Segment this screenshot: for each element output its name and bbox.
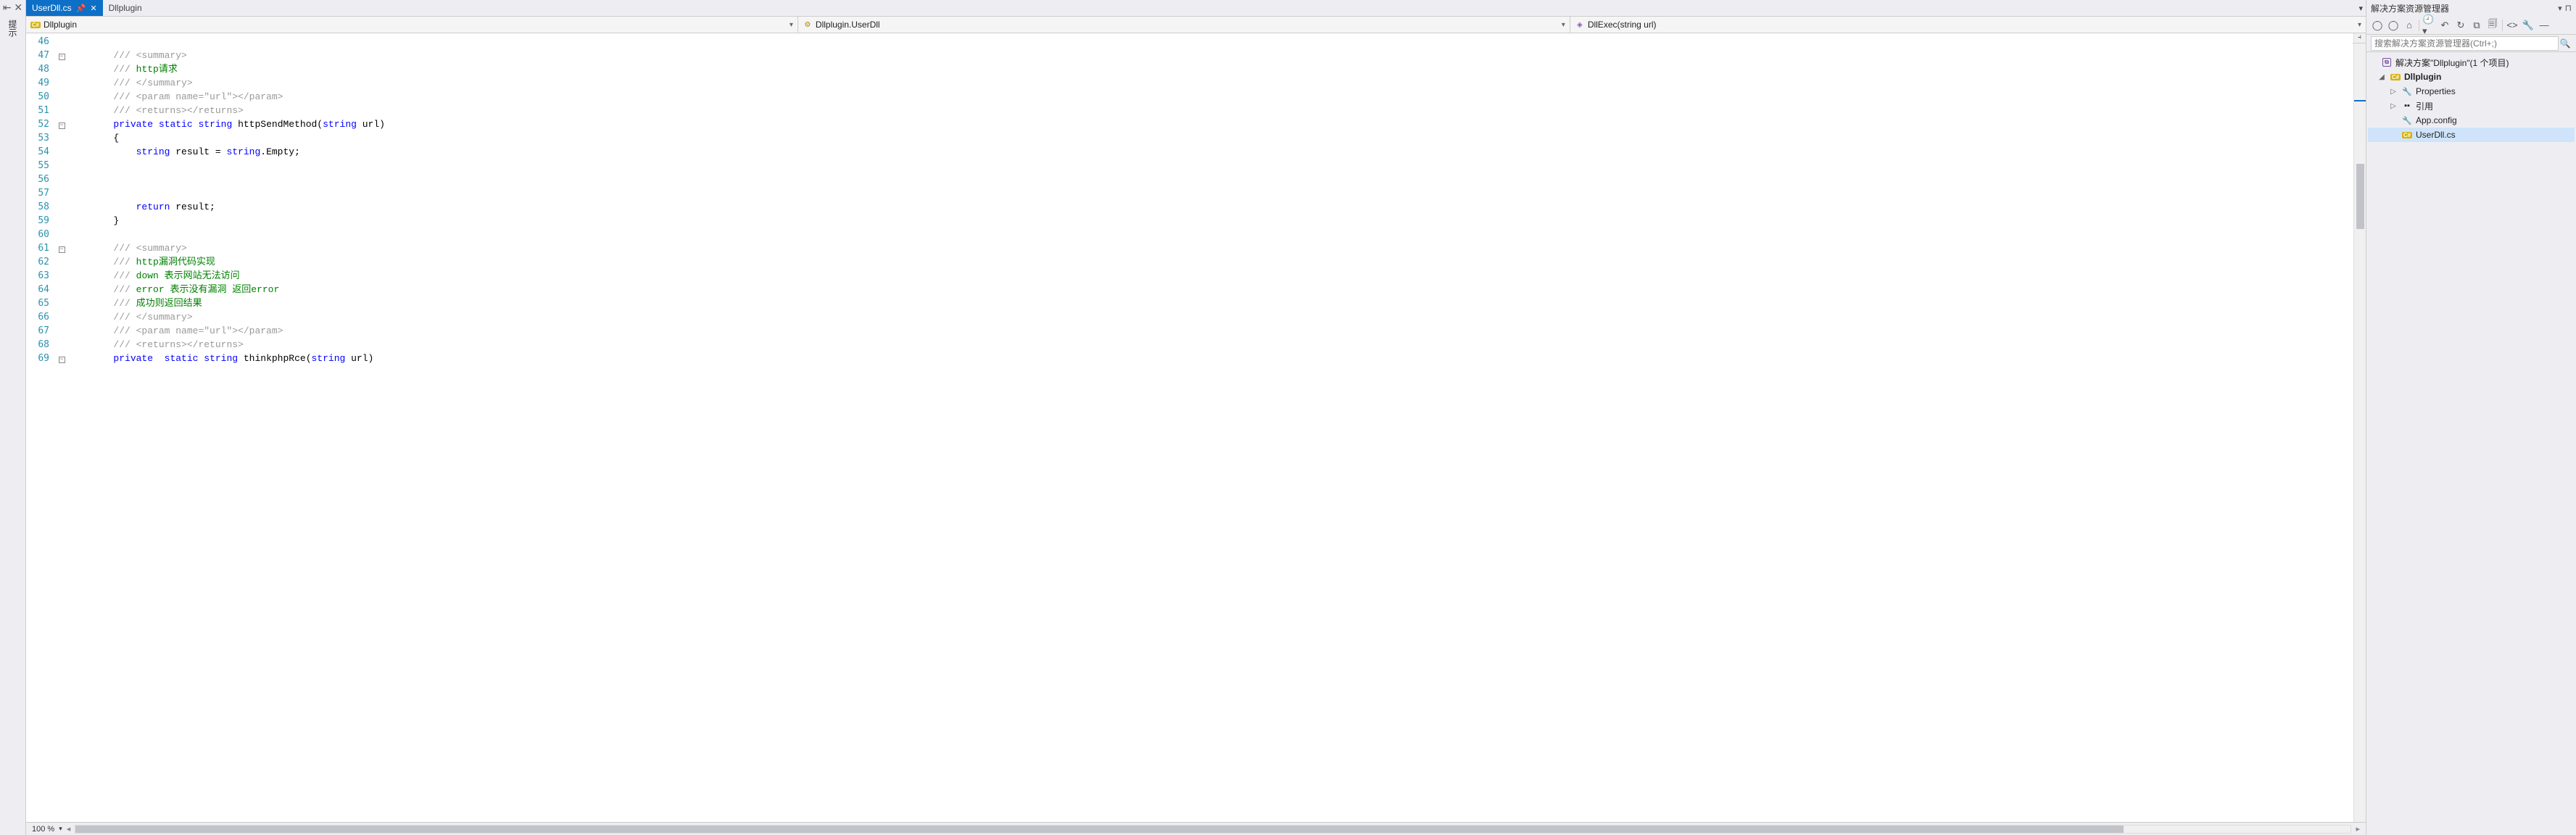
references-node[interactable]: ▷ ▪▪ 引用	[2368, 99, 2575, 113]
properties-icon[interactable]: 🔧	[2522, 19, 2535, 32]
status-bar: 100 % ▾ ◂ ▸	[26, 822, 2366, 835]
solution-node[interactable]: ⧉ 解决方案"Dllplugin"(1 个项目)	[2368, 55, 2575, 70]
close-icon[interactable]: ✕	[90, 4, 96, 13]
scroll-mark	[2354, 100, 2366, 101]
vertical-scrollbar[interactable]: ⫞	[2353, 33, 2366, 822]
code-icon[interactable]: <>	[2506, 19, 2519, 32]
fold-toggle[interactable]: −	[59, 54, 65, 60]
code-area[interactable]: 4647484950515253545556575859606162636465…	[26, 33, 2366, 822]
nav-class-label: Dllplugin.UserDll	[816, 20, 880, 30]
userdll-node[interactable]: C# UserDll.cs	[2368, 128, 2575, 142]
chevron-down-icon: ▾	[2358, 21, 2361, 29]
node-label: App.config	[2416, 115, 2457, 125]
nav-prev-icon[interactable]: ◂	[67, 824, 71, 834]
node-label: Properties	[2416, 86, 2456, 96]
hscroll-thumb[interactable]	[75, 826, 2123, 833]
wrench-icon: 🔧	[2401, 86, 2413, 97]
class-icon: ⚙	[803, 20, 813, 30]
left-panel-label[interactable]: 提示	[7, 20, 19, 37]
more-icon[interactable]: —	[2538, 19, 2551, 32]
refresh-icon[interactable]: ↻	[2454, 19, 2467, 32]
project-node[interactable]: ◢ C# Dllplugin	[2368, 70, 2575, 84]
left-dock: ⇤ ✕ 提示	[0, 0, 26, 835]
show-all-icon[interactable]: 🗐	[2486, 19, 2499, 32]
forward-icon[interactable]: ◯	[2387, 19, 2400, 32]
pin-icon[interactable]: 📌	[76, 4, 86, 13]
line-gutter: 4647484950515253545556575859606162636465…	[26, 33, 55, 822]
fold-column: − − − −	[55, 33, 68, 822]
tab-dllplugin[interactable]: Dllplugin	[103, 0, 148, 16]
home-icon[interactable]: ⌂	[2403, 19, 2416, 32]
collapse-icon[interactable]: ⧉	[2470, 19, 2483, 32]
appconfig-node[interactable]: 🔧 App.config	[2368, 113, 2575, 128]
zoom-caret-icon[interactable]: ▾	[59, 825, 62, 833]
csharp-project-icon: C#	[2390, 71, 2401, 83]
nav-class[interactable]: ⚙ Dllplugin.UserDll ▾	[798, 17, 1570, 33]
nav-bar: C# Dllplugin ▾ ⚙ Dllplugin.UserDll ▾ ◈ D…	[26, 16, 2366, 33]
csharp-project-icon: C#	[30, 20, 41, 30]
tab-label: Dllplugin	[109, 3, 142, 13]
properties-node[interactable]: ▷ 🔧 Properties	[2368, 84, 2575, 99]
nav-method-label: DllExec(string url)	[1588, 20, 1657, 30]
node-label: 引用	[2416, 100, 2433, 112]
panel-title: 解决方案资源管理器	[2371, 2, 2449, 14]
fold-toggle[interactable]: −	[59, 246, 65, 253]
panel-toolbar: ◯ ◯ ⌂ 🕘▾ ↶ ↻ ⧉ 🗐 <> 🔧 —	[2366, 16, 2576, 35]
horizontal-scrollbar[interactable]	[75, 825, 2351, 834]
panel-title-bar: 解决方案资源管理器 ▾ ⊓	[2366, 0, 2576, 16]
solution-explorer: 解决方案资源管理器 ▾ ⊓ ◯ ◯ ⌂ 🕘▾ ↶ ↻ ⧉ 🗐 <> 🔧 — 🔍	[2366, 0, 2576, 835]
fold-toggle[interactable]: −	[59, 357, 65, 363]
back-icon[interactable]: ◯	[2371, 19, 2384, 32]
solution-label: 解决方案"Dllplugin"(1 个项目)	[2395, 57, 2509, 69]
method-icon: ◈	[1575, 20, 1585, 30]
chevron-down-icon: ▾	[790, 21, 793, 29]
expand-icon[interactable]: ▷	[2388, 88, 2398, 96]
csharp-file-icon: C#	[2401, 129, 2413, 141]
tab-overflow-icon[interactable]: ▾	[2358, 4, 2363, 13]
solution-icon: ⧉	[2381, 57, 2393, 68]
editor-pane: UserDll.cs 📌 ✕ Dllplugin ▾ C# Dllplugin …	[26, 0, 2366, 835]
split-icon[interactable]: ⫞	[2353, 33, 2366, 43]
separator	[2502, 20, 2503, 31]
nav-scope-label: Dllplugin	[44, 20, 77, 30]
tab-bar: UserDll.cs 📌 ✕ Dllplugin ▾	[26, 0, 2366, 16]
chevron-down-icon: ▾	[1562, 21, 1565, 29]
project-label: Dllplugin	[2404, 72, 2441, 82]
node-label: UserDll.cs	[2416, 130, 2456, 140]
tab-label: UserDll.cs	[32, 3, 72, 13]
config-icon: 🔧	[2401, 115, 2413, 126]
nav-scope[interactable]: C# Dllplugin ▾	[26, 17, 798, 33]
solution-tree: ⧉ 解决方案"Dllplugin"(1 个项目) ◢ C# Dllplugin …	[2366, 52, 2576, 145]
sync-icon[interactable]: 🕘▾	[2422, 19, 2435, 32]
search-icon[interactable]: 🔍	[2559, 38, 2572, 49]
expand-icon[interactable]: ▷	[2388, 102, 2398, 110]
pin-icon[interactable]: ⊓	[2565, 3, 2572, 13]
fold-toggle[interactable]: −	[59, 122, 65, 129]
nav-method[interactable]: ◈ DllExec(string url) ▾	[1570, 17, 2366, 33]
nav-next-icon[interactable]: ▸	[2356, 824, 2360, 834]
search-input[interactable]	[2371, 36, 2559, 51]
panel-menu-icon[interactable]: ▾	[2558, 4, 2562, 13]
references-icon: ▪▪	[2401, 100, 2413, 112]
panel-search: 🔍	[2366, 35, 2576, 52]
expand-icon[interactable]: ◢	[2377, 73, 2387, 81]
tab-userdll[interactable]: UserDll.cs 📌 ✕	[26, 0, 103, 16]
scroll-thumb[interactable]	[2356, 164, 2364, 229]
code-content[interactable]: /// <summary> /// http请求 /// </summary> …	[68, 33, 2353, 822]
pin-icon[interactable]: ⇤ ✕	[3, 1, 22, 14]
undo-icon[interactable]: ↶	[2438, 19, 2451, 32]
zoom-level[interactable]: 100 %	[32, 825, 54, 834]
